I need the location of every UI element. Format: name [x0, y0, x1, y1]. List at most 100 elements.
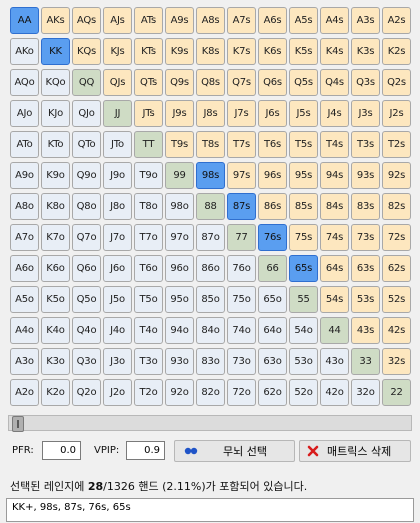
hand-cell-K6s[interactable]: K6s [258, 38, 287, 65]
hand-cell-J9s[interactable]: J9s [165, 100, 194, 127]
hand-cell-ATo[interactable]: ATo [10, 131, 39, 158]
hand-cell-64s[interactable]: 64s [320, 255, 349, 282]
hand-cell-94s[interactable]: 94s [320, 162, 349, 189]
hand-cell-A3o[interactable]: A3o [10, 348, 39, 375]
hand-cell-55[interactable]: 55 [289, 286, 318, 313]
hand-cell-T8o[interactable]: T8o [134, 193, 163, 220]
hand-cell-93o[interactable]: 93o [165, 348, 194, 375]
hand-cell-T5s[interactable]: T5s [289, 131, 318, 158]
hand-cell-32s[interactable]: 32s [382, 348, 411, 375]
hand-cell-T3s[interactable]: T3s [351, 131, 380, 158]
hand-cell-84o[interactable]: 84o [196, 317, 225, 344]
hand-cell-76s[interactable]: 76s [258, 224, 287, 251]
hand-cell-QQ[interactable]: QQ [72, 69, 101, 96]
hand-cell-AA[interactable]: AA [10, 7, 39, 34]
hand-cell-Q9o[interactable]: Q9o [72, 162, 101, 189]
hand-cell-K5o[interactable]: K5o [41, 286, 70, 313]
range-slider-handle[interactable] [12, 416, 24, 432]
hand-cell-73o[interactable]: 73o [227, 348, 256, 375]
hand-cell-76o[interactable]: 76o [227, 255, 256, 282]
hand-cell-A9s[interactable]: A9s [165, 7, 194, 34]
hand-cell-T2o[interactable]: T2o [134, 379, 163, 406]
hand-cell-96s[interactable]: 96s [258, 162, 287, 189]
hand-cell-AQo[interactable]: AQo [10, 69, 39, 96]
hand-cell-KJs[interactable]: KJs [103, 38, 132, 65]
hand-cell-QTo[interactable]: QTo [72, 131, 101, 158]
hand-cell-A5o[interactable]: A5o [10, 286, 39, 313]
hand-cell-Q2o[interactable]: Q2o [72, 379, 101, 406]
hand-cell-T7s[interactable]: T7s [227, 131, 256, 158]
hand-cell-K4s[interactable]: K4s [320, 38, 349, 65]
hand-cell-65s[interactable]: 65s [289, 255, 318, 282]
hand-cell-QJo[interactable]: QJo [72, 100, 101, 127]
hand-cell-A2o[interactable]: A2o [10, 379, 39, 406]
hand-cell-88[interactable]: 88 [196, 193, 225, 220]
hand-cell-97s[interactable]: 97s [227, 162, 256, 189]
hand-cell-J2s[interactable]: J2s [382, 100, 411, 127]
hand-cell-99[interactable]: 99 [165, 162, 194, 189]
hand-cell-Q6s[interactable]: Q6s [258, 69, 287, 96]
hand-cell-43o[interactable]: 43o [320, 348, 349, 375]
range-text-field[interactable]: KK+, 98s, 87s, 76s, 65s [6, 498, 414, 522]
hand-cell-85s[interactable]: 85s [289, 193, 318, 220]
hand-cell-66[interactable]: 66 [258, 255, 287, 282]
hand-cell-T4o[interactable]: T4o [134, 317, 163, 344]
hand-cell-75o[interactable]: 75o [227, 286, 256, 313]
range-slider-track[interactable] [8, 415, 412, 431]
hand-cell-A6s[interactable]: A6s [258, 7, 287, 34]
hand-cell-A7s[interactable]: A7s [227, 7, 256, 34]
hand-cell-95o[interactable]: 95o [165, 286, 194, 313]
hand-cell-53o[interactable]: 53o [289, 348, 318, 375]
hand-cell-92s[interactable]: 92s [382, 162, 411, 189]
hand-cell-J6s[interactable]: J6s [258, 100, 287, 127]
hand-cell-K2o[interactable]: K2o [41, 379, 70, 406]
hand-cell-52o[interactable]: 52o [289, 379, 318, 406]
hand-cell-T6s[interactable]: T6s [258, 131, 287, 158]
hand-cell-62o[interactable]: 62o [258, 379, 287, 406]
hand-cell-J3s[interactable]: J3s [351, 100, 380, 127]
hand-cell-54o[interactable]: 54o [289, 317, 318, 344]
hand-cell-82o[interactable]: 82o [196, 379, 225, 406]
hand-cell-64o[interactable]: 64o [258, 317, 287, 344]
hand-cell-AKo[interactable]: AKo [10, 38, 39, 65]
delete-matrix-button[interactable]: 매트릭스 삭제 [299, 440, 411, 462]
hand-cell-86s[interactable]: 86s [258, 193, 287, 220]
hand-cell-98s[interactable]: 98s [196, 162, 225, 189]
hand-cell-Q3s[interactable]: Q3s [351, 69, 380, 96]
hand-cell-T7o[interactable]: T7o [134, 224, 163, 251]
hand-cell-63o[interactable]: 63o [258, 348, 287, 375]
hand-cell-33[interactable]: 33 [351, 348, 380, 375]
hand-cell-95s[interactable]: 95s [289, 162, 318, 189]
hand-cell-T9o[interactable]: T9o [134, 162, 163, 189]
hand-cell-75s[interactable]: 75s [289, 224, 318, 251]
hand-cell-74s[interactable]: 74s [320, 224, 349, 251]
hand-cell-J3o[interactable]: J3o [103, 348, 132, 375]
hand-cell-KTo[interactable]: KTo [41, 131, 70, 158]
hand-cell-J8o[interactable]: J8o [103, 193, 132, 220]
hand-cell-J7s[interactable]: J7s [227, 100, 256, 127]
hand-cell-Q3o[interactable]: Q3o [72, 348, 101, 375]
hand-cell-54s[interactable]: 54s [320, 286, 349, 313]
hand-cell-84s[interactable]: 84s [320, 193, 349, 220]
hand-cell-Q4o[interactable]: Q4o [72, 317, 101, 344]
hand-cell-AQs[interactable]: AQs [72, 7, 101, 34]
hand-cell-83o[interactable]: 83o [196, 348, 225, 375]
hand-cell-K7o[interactable]: K7o [41, 224, 70, 251]
hand-cell-QTs[interactable]: QTs [134, 69, 163, 96]
hand-cell-T2s[interactable]: T2s [382, 131, 411, 158]
hand-cell-94o[interactable]: 94o [165, 317, 194, 344]
hand-cell-ATs[interactable]: ATs [134, 7, 163, 34]
hand-cell-T5o[interactable]: T5o [134, 286, 163, 313]
hand-cell-A7o[interactable]: A7o [10, 224, 39, 251]
hand-cell-42o[interactable]: 42o [320, 379, 349, 406]
hand-cell-JTs[interactable]: JTs [134, 100, 163, 127]
hand-cell-J4o[interactable]: J4o [103, 317, 132, 344]
brain-select-button[interactable]: 무뇌 선택 [174, 440, 295, 462]
hand-cell-KQs[interactable]: KQs [72, 38, 101, 65]
hand-cell-74o[interactable]: 74o [227, 317, 256, 344]
hand-cell-KK[interactable]: KK [41, 38, 70, 65]
hand-cell-K3o[interactable]: K3o [41, 348, 70, 375]
hand-cell-65o[interactable]: 65o [258, 286, 287, 313]
hand-cell-87s[interactable]: 87s [227, 193, 256, 220]
hand-cell-T4s[interactable]: T4s [320, 131, 349, 158]
